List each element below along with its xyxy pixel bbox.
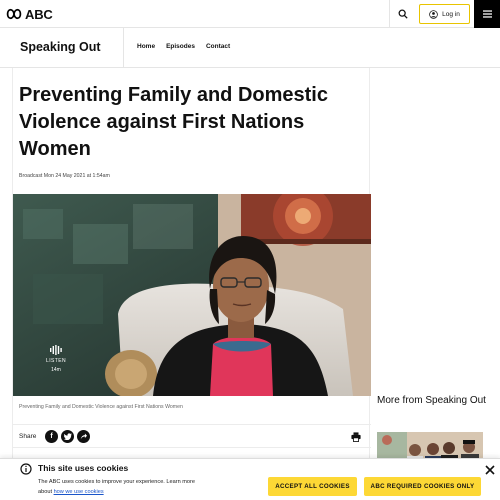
login-button[interactable]: Log in: [419, 4, 470, 24]
close-icon[interactable]: [484, 464, 496, 476]
program-title[interactable]: Speaking Out: [20, 40, 101, 54]
program-header: Speaking Out Home Episodes Contact: [0, 28, 500, 68]
required-cookies-only-button[interactable]: ABC REQUIRED COOKIES ONLY: [364, 477, 481, 496]
login-label: Log in: [442, 10, 460, 18]
program-nav: Home Episodes Contact: [137, 43, 230, 50]
listen-duration: 14m: [51, 367, 61, 373]
cookie-title: This site uses cookies: [38, 463, 129, 473]
nav-home[interactable]: Home: [137, 43, 155, 50]
info-icon: [20, 463, 32, 475]
print-icon[interactable]: [351, 432, 361, 442]
user-icon: [429, 9, 438, 19]
share-icon[interactable]: [77, 430, 90, 443]
audio-wave-icon: [50, 345, 62, 355]
search-button[interactable]: [389, 0, 416, 28]
listen-label: LISTEN: [46, 358, 66, 364]
site-header: ABC Log in: [0, 0, 500, 28]
twitter-icon[interactable]: [61, 430, 74, 443]
share-bar: Share f: [13, 424, 371, 448]
share-label: Share: [19, 433, 37, 440]
article-main: Preventing Family and Domestic Violence …: [12, 68, 371, 500]
search-icon: [398, 9, 408, 19]
hamburger-icon: [482, 10, 492, 18]
article-headline: Preventing Family and Domestic Violence …: [19, 84, 328, 160]
broadcast-time: Broadcast Mon 24 May 2021 at 1:54am: [19, 173, 110, 179]
nav-episodes[interactable]: Episodes: [166, 43, 195, 50]
listen-button[interactable]: LISTEN 14m: [43, 345, 69, 381]
menu-button[interactable]: [474, 0, 500, 28]
abc-logo[interactable]: ABC: [6, 5, 53, 23]
facebook-icon[interactable]: f: [45, 430, 58, 443]
cookie-text: The ABC uses cookies to improve your exp…: [38, 477, 208, 497]
abc-lissajous-icon: [6, 8, 22, 20]
image-caption: Preventing Family and Domestic Violence …: [19, 404, 183, 410]
more-from-heading: More from Speaking Out: [377, 395, 486, 406]
cookie-banner: This site uses cookies The ABC uses cook…: [0, 458, 500, 500]
abc-logo-text: ABC: [25, 6, 53, 22]
accept-all-cookies-button[interactable]: ACCEPT ALL COOKIES: [268, 477, 357, 496]
divider: [123, 28, 124, 68]
cookie-policy-link[interactable]: how we use cookies: [54, 489, 104, 495]
nav-contact[interactable]: Contact: [206, 43, 230, 50]
